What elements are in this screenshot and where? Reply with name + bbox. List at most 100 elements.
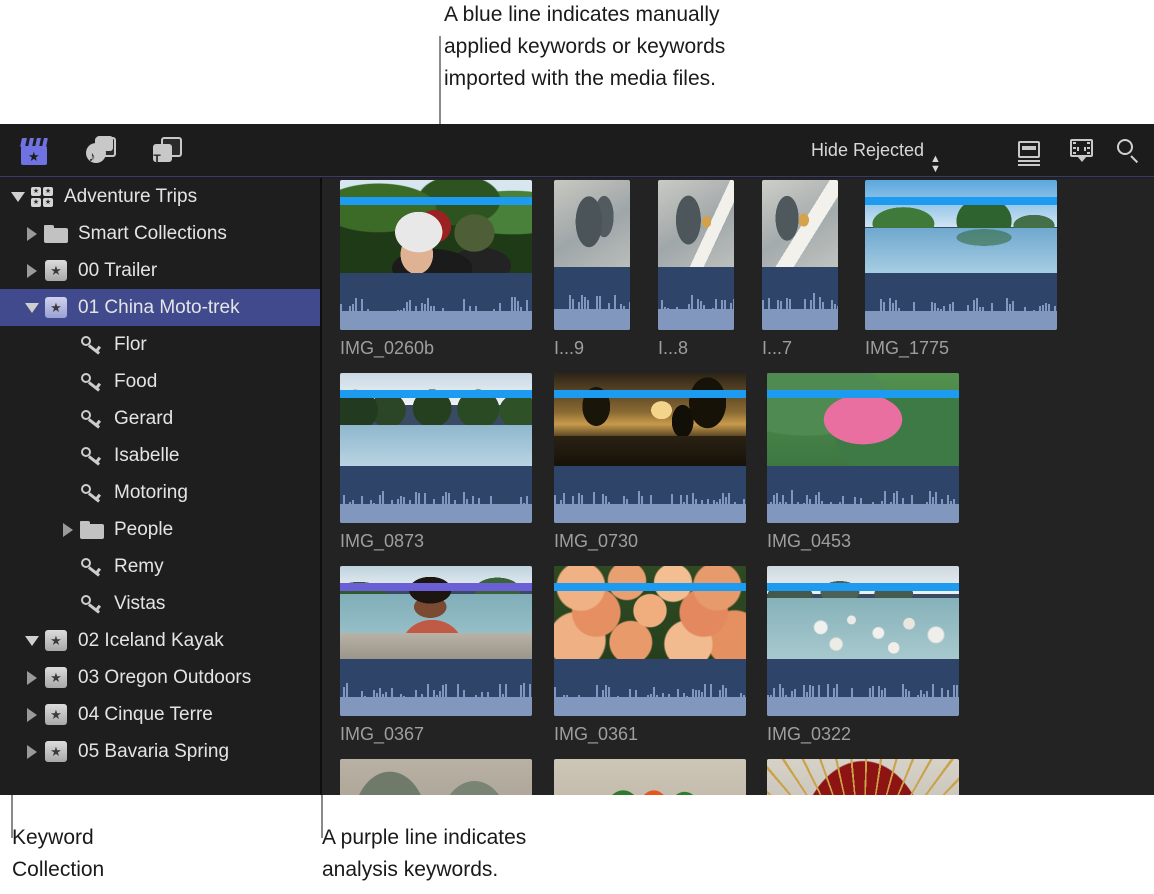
- clip-thumbnail[interactable]: [340, 180, 532, 330]
- clip-item[interactable]: [340, 759, 532, 795]
- hide-rejected-filter-popup[interactable]: Hide Rejected▲▼: [811, 136, 942, 164]
- sidebar-item-label: Gerard: [114, 407, 173, 431]
- manual-keyword-line: [554, 390, 746, 398]
- clip-item[interactable]: IMG_0322: [767, 566, 959, 745]
- sidebar-item-label: Adventure Trips: [64, 185, 197, 209]
- sidebar-item-00-trailer[interactable]: ★00 Trailer: [0, 252, 320, 289]
- sidebar-item-adventure-trips[interactable]: ★★★★Adventure Trips: [0, 178, 320, 215]
- audio-waveform: [767, 466, 959, 523]
- sidebar-item-flor[interactable]: Flor: [0, 326, 320, 363]
- manual-keyword-line: [767, 390, 959, 398]
- sidebar-item-label: 03 Oregon Outdoors: [78, 666, 251, 690]
- search-button[interactable]: [1112, 136, 1142, 164]
- disclosure-triangle-collapsed-icon[interactable]: [22, 733, 42, 770]
- sidebar-item-label: 02 Iceland Kayak: [78, 629, 224, 653]
- sidebar-item-food[interactable]: Food: [0, 363, 320, 400]
- folder-icon: [42, 215, 70, 252]
- disclosure-spacer: [58, 548, 78, 585]
- search-icon: [1117, 139, 1133, 155]
- clip-thumbnail[interactable]: [767, 759, 959, 795]
- photos-audio-sidebar-icon[interactable]: ♪: [84, 135, 116, 165]
- clip-item[interactable]: [554, 759, 746, 795]
- sidebar-item-smart-collections[interactable]: Smart Collections: [0, 215, 320, 252]
- clip-item[interactable]: I...7: [762, 180, 838, 359]
- keyword-key-icon: [78, 400, 106, 437]
- disclosure-triangle-collapsed-icon[interactable]: [22, 696, 42, 733]
- clip-thumbnail[interactable]: [767, 566, 959, 716]
- sidebar-item-isabelle[interactable]: Isabelle: [0, 437, 320, 474]
- event-star-icon: ★: [42, 659, 70, 696]
- clip-item[interactable]: IMG_0873: [340, 373, 532, 552]
- clip-item[interactable]: IMG_0361: [554, 566, 746, 745]
- libraries-sidebar[interactable]: ★★★★Adventure TripsSmart Collections★00 …: [0, 178, 320, 795]
- clip-thumbnail[interactable]: [554, 759, 746, 795]
- disclosure-triangle-expanded-icon[interactable]: [22, 622, 42, 659]
- hide-rejected-label: Hide Rejected: [811, 140, 924, 160]
- filmstrip-icon: [1070, 139, 1093, 157]
- clip-thumbnail[interactable]: [554, 180, 630, 330]
- clip-thumbnail[interactable]: [340, 373, 532, 523]
- manual-keyword-line: [340, 390, 532, 398]
- sidebar-item-vistas[interactable]: Vistas: [0, 585, 320, 622]
- sidebar-item-03-oregon-outdoors[interactable]: ★ 03 Oregon Outdoors: [0, 659, 320, 696]
- manual-keyword-line: [340, 197, 532, 205]
- sidebar-item-04-cinque-terre[interactable]: ★04 Cinque Terre: [0, 696, 320, 733]
- disclosure-spacer: [58, 585, 78, 622]
- audio-waveform: [554, 466, 746, 523]
- clip-thumbnail[interactable]: [658, 180, 734, 330]
- audio-waveform: [762, 267, 838, 330]
- clip-thumbnail[interactable]: [767, 373, 959, 523]
- clip-item[interactable]: [767, 759, 959, 795]
- clip-thumbnail[interactable]: [340, 759, 532, 795]
- event-star-icon: ★: [42, 733, 70, 770]
- sidebar-item-02-iceland-kayak[interactable]: ★02 Iceland Kayak: [0, 622, 320, 659]
- disclosure-triangle-collapsed-icon[interactable]: [22, 252, 42, 289]
- sidebar-item-label: 05 Bavaria Spring: [78, 740, 229, 764]
- sidebar-item-label: People: [114, 518, 173, 542]
- event-star-icon: ★: [42, 252, 70, 289]
- clip-item[interactable]: IMG_0260b: [340, 180, 532, 359]
- clip-thumbnail[interactable]: [340, 566, 532, 716]
- sidebar-item-01-china-moto-trek[interactable]: ★ 01 China Moto-trek: [0, 289, 320, 326]
- keyword-key-icon: [78, 474, 106, 511]
- sidebar-item-motoring[interactable]: Motoring: [0, 474, 320, 511]
- clip-item[interactable]: IMG_1775: [865, 180, 1057, 359]
- clip-item[interactable]: IMG_0367: [340, 566, 532, 745]
- clip-item[interactable]: I...9: [554, 180, 630, 359]
- disclosure-triangle-expanded-icon[interactable]: [22, 289, 42, 326]
- clip-thumbnail[interactable]: [554, 566, 746, 716]
- keyword-key-icon: [78, 437, 106, 474]
- manual-keyword-line: [554, 583, 746, 591]
- sidebar-item-label: Smart Collections: [78, 222, 227, 246]
- disclosure-triangle-collapsed-icon[interactable]: [58, 511, 78, 548]
- disclosure-triangle-collapsed-icon[interactable]: [22, 659, 42, 696]
- clip-thumbnail[interactable]: [762, 180, 838, 330]
- filmstrip-arrow-icon: [1077, 156, 1087, 162]
- sidebar-item-label: Flor: [114, 333, 147, 357]
- sidebar-item-label: Food: [114, 370, 157, 394]
- clip-name-label: IMG_0361: [554, 723, 746, 745]
- clip-item[interactable]: IMG_0730: [554, 373, 746, 552]
- sidebar-item-gerard[interactable]: Gerard: [0, 400, 320, 437]
- sidebar-item-05-bavaria-spring[interactable]: ★ 05 Bavaria Spring: [0, 733, 320, 770]
- libraries-sidebar-icon[interactable]: ★: [18, 135, 50, 165]
- disclosure-triangle-collapsed-icon[interactable]: [22, 215, 42, 252]
- clip-thumbnail[interactable]: [865, 180, 1057, 330]
- list-view-button[interactable]: [1014, 136, 1044, 164]
- clip-name-label: IMG_1775: [865, 337, 1057, 359]
- clip-item[interactable]: I...8: [658, 180, 734, 359]
- sidebar-item-label: Vistas: [114, 592, 165, 616]
- sidebar-item-label: 01 China Moto-trek: [78, 296, 240, 320]
- titles-generators-sidebar-icon[interactable]: T: [150, 135, 182, 165]
- sidebar-item-people[interactable]: People: [0, 511, 320, 548]
- clip-thumbnail[interactable]: [554, 373, 746, 523]
- keyword-key-icon: [78, 548, 106, 585]
- sidebar-item-remy[interactable]: Remy: [0, 548, 320, 585]
- filmstrip-view-button[interactable]: [1066, 136, 1096, 164]
- clip-item[interactable]: IMG_0453: [767, 373, 959, 552]
- disclosure-triangle-expanded-icon[interactable]: [8, 178, 28, 215]
- event-star-icon: ★: [42, 289, 70, 326]
- manual-keyword-line: [767, 583, 959, 591]
- final-cut-browser-window: ★ ♪ T Hide Rejected▲▼: [0, 124, 1154, 795]
- clip-browser[interactable]: IMG_0260b I...9 I...8 I...7 IMG_1775 IMG_0873…: [322, 178, 1154, 795]
